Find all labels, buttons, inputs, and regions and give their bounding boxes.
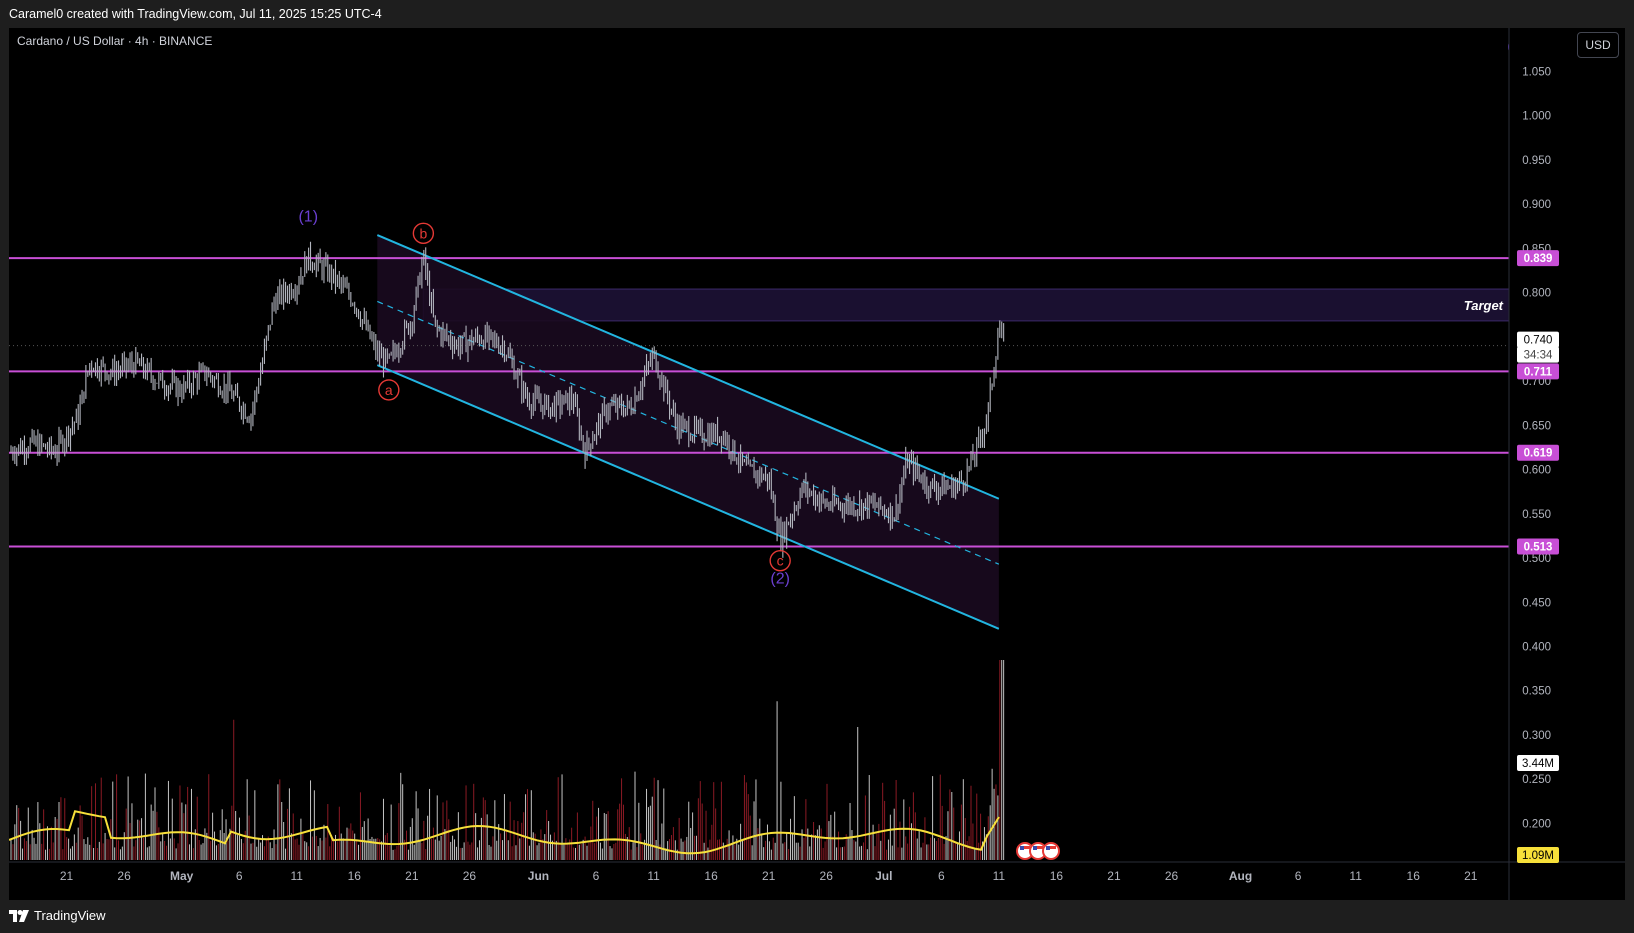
- x-tick-label: 21: [60, 869, 74, 883]
- y-tick-label: 0.250: [1522, 774, 1551, 786]
- y-tick-label: 0.500: [1522, 553, 1551, 565]
- wave-label: (2): [770, 570, 790, 587]
- target-zone-label: Target: [1464, 298, 1504, 313]
- us-flag-event-icon: [1033, 846, 1037, 850]
- x-tick-label: 6: [236, 869, 243, 883]
- x-tick-label: 26: [117, 869, 131, 883]
- header-bar: Caramel0 created with TradingView.com, J…: [0, 0, 1634, 28]
- wave-label: b: [419, 225, 427, 241]
- x-tick-label: 11: [993, 869, 1006, 883]
- x-tick-label: 21: [1107, 869, 1121, 883]
- x-tick-label: 11: [291, 869, 304, 883]
- price-axis-label: 1.09M: [1522, 850, 1554, 862]
- y-tick-label: 0.450: [1522, 597, 1551, 609]
- price-axis-label: 0.513: [1524, 542, 1553, 554]
- y-tick-label: 0.800: [1522, 288, 1551, 300]
- price-axis-label: 0.740: [1524, 335, 1553, 347]
- us-flag-event-icon: [1020, 846, 1024, 850]
- x-tick-label: May: [170, 869, 194, 883]
- y-tick-label: 0.400: [1522, 642, 1551, 654]
- price-axis-label: 0.711: [1524, 366, 1553, 378]
- symbol-title[interactable]: Cardano / US Dollar · 4h · BINANCE: [17, 34, 212, 48]
- x-tick-label: 16: [704, 869, 718, 883]
- author-credit: Caramel0 created with TradingView.com, J…: [9, 7, 382, 21]
- x-tick-label: 26: [820, 869, 834, 883]
- wave-label: c: [777, 553, 784, 569]
- x-tick-label: Aug: [1229, 869, 1252, 883]
- x-tick-label: 26: [1165, 869, 1179, 883]
- x-tick-label: Jul: [875, 869, 892, 883]
- y-tick-label: 0.600: [1522, 465, 1551, 477]
- target-zone: [422, 288, 1510, 322]
- y-tick-label: 1.050: [1522, 66, 1551, 78]
- footer-bar: TradingView: [0, 900, 1634, 933]
- y-tick-label: 1.000: [1522, 111, 1551, 123]
- wave-label: (1): [298, 209, 318, 226]
- x-tick-label: Jun: [528, 869, 549, 883]
- currency-button[interactable]: USD: [1577, 32, 1619, 58]
- us-flag-event-icon: [1042, 842, 1060, 860]
- y-tick-label: 0.650: [1522, 420, 1551, 432]
- x-tick-label: 6: [1295, 869, 1302, 883]
- logo-text: TradingView: [34, 908, 106, 923]
- x-tick-label: 11: [1349, 869, 1362, 883]
- x-tick-label: 16: [1407, 869, 1421, 883]
- tradingview-logo[interactable]: TradingView: [9, 908, 106, 923]
- x-tick-label: 21: [762, 869, 776, 883]
- price-axis-label: 34:34: [1524, 350, 1553, 362]
- price-chart[interactable]: Target (1)(2)(3)abc 1.0501.0000.9500.900…: [9, 28, 1625, 900]
- x-tick-label: 16: [348, 869, 362, 883]
- price-axis-label: 0.619: [1524, 448, 1553, 460]
- wave-label: a: [385, 382, 393, 398]
- y-tick-label: 0.950: [1522, 155, 1551, 167]
- x-tick-label: 6: [593, 869, 600, 883]
- y-tick-label: 0.550: [1522, 509, 1551, 521]
- y-tick-label: 0.300: [1522, 730, 1551, 742]
- y-tick-label: 0.350: [1522, 686, 1551, 698]
- us-flag-event-icon: [1046, 846, 1050, 850]
- x-tick-label: 16: [1050, 869, 1064, 883]
- chart-pane[interactable]: Target (1)(2)(3)abc 1.0501.0000.9500.900…: [9, 28, 1625, 900]
- x-tick-label: 21: [405, 869, 419, 883]
- y-tick-label: 0.200: [1522, 818, 1551, 830]
- x-tick-label: 6: [938, 869, 945, 883]
- x-tick-label: 21: [1464, 869, 1478, 883]
- x-tick-label: 11: [647, 869, 660, 883]
- y-tick-label: 0.900: [1522, 199, 1551, 211]
- x-tick-label: 26: [463, 869, 477, 883]
- price-axis-label: 3.44M: [1522, 758, 1554, 770]
- price-axis-label: 0.839: [1524, 253, 1553, 265]
- tradingview-logo-icon: [9, 909, 29, 922]
